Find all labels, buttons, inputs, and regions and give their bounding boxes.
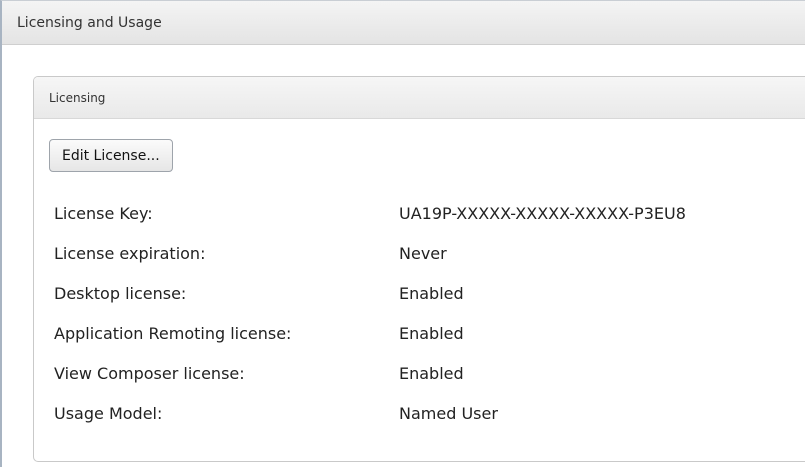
- application-remoting-license-label: Application Remoting license:: [54, 324, 292, 343]
- licensing-panel-header: Licensing: [34, 77, 805, 119]
- desktop-license-row: Desktop license: Enabled: [54, 284, 686, 324]
- license-expiration-label: License expiration:: [54, 244, 206, 263]
- license-expiration-row: License expiration: Never: [54, 244, 686, 284]
- license-key-row: License Key: UA19P-XXXXX-XXXXX-XXXXX-P3E…: [54, 204, 686, 244]
- usage-model-value: Named User: [399, 404, 498, 423]
- view-composer-license-row: View Composer license: Enabled: [54, 364, 686, 404]
- license-expiration-value: Never: [399, 244, 447, 263]
- licensing-panel: Licensing Edit License... License Key: U…: [33, 76, 805, 462]
- licensing-and-usage-page: Licensing and Usage Licensing Edit Licen…: [0, 0, 805, 467]
- view-composer-license-value: Enabled: [399, 364, 464, 383]
- page-title: Licensing and Usage: [17, 14, 162, 31]
- license-details: License Key: UA19P-XXXXX-XXXXX-XXXXX-P3E…: [54, 204, 686, 444]
- license-key-value: UA19P-XXXXX-XXXXX-XXXXX-P3EU8: [399, 204, 686, 223]
- licensing-panel-title: Licensing: [49, 90, 106, 105]
- edit-license-button[interactable]: Edit License...: [49, 139, 173, 172]
- license-key-label: License Key:: [54, 204, 153, 223]
- application-remoting-license-row: Application Remoting license: Enabled: [54, 324, 686, 364]
- desktop-license-value: Enabled: [399, 284, 464, 303]
- page-header: Licensing and Usage: [2, 1, 805, 45]
- view-composer-license-label: View Composer license:: [54, 364, 245, 383]
- usage-model-row: Usage Model: Named User: [54, 404, 686, 444]
- usage-model-label: Usage Model:: [54, 404, 163, 423]
- application-remoting-license-value: Enabled: [399, 324, 464, 343]
- desktop-license-label: Desktop license:: [54, 284, 187, 303]
